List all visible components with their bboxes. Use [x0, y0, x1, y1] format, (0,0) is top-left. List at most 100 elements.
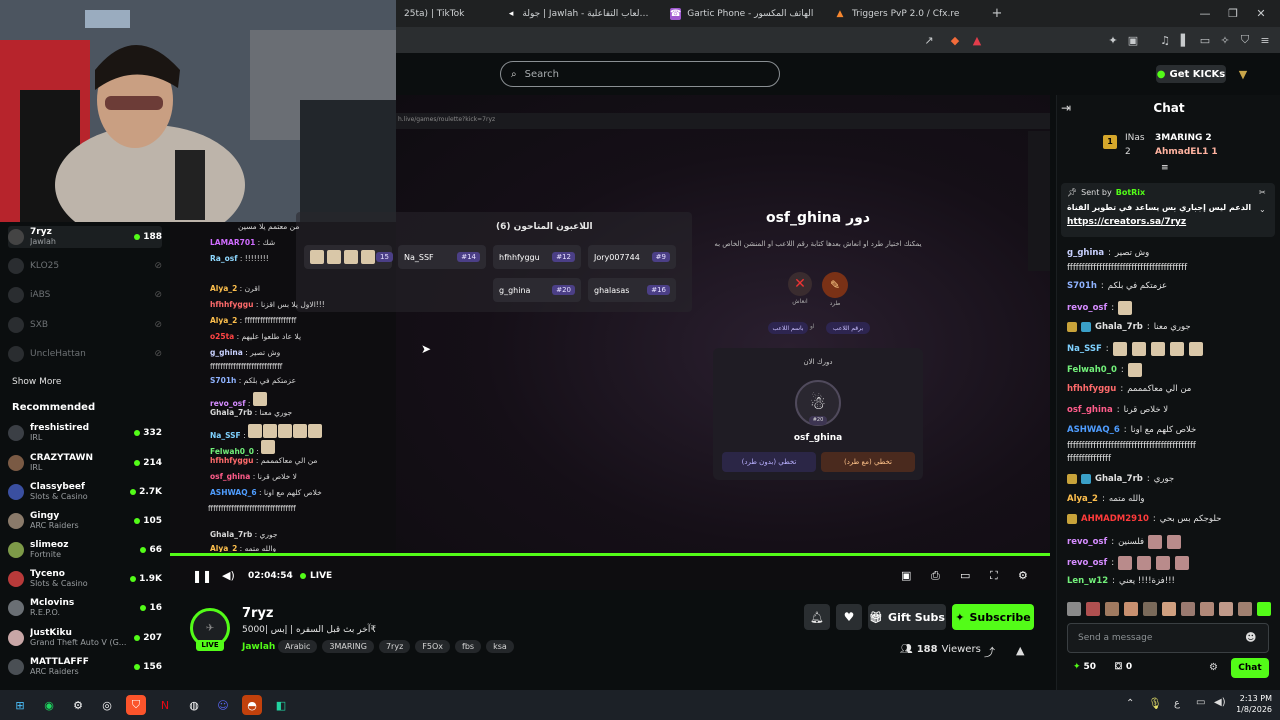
- chevron-up-icon[interactable]: ⌃: [1126, 698, 1134, 709]
- volume-tray-icon[interactable]: ◀): [1214, 697, 1226, 708]
- streamer-name[interactable]: 7ryz: [242, 606, 274, 621]
- top-gifter-entry[interactable]: 3MARING 2: [1155, 133, 1212, 143]
- sidebar-item-klo25[interactable]: KLO25 ⊘: [8, 255, 162, 277]
- settings-icon[interactable]: ⚙: [1018, 569, 1028, 582]
- show-more-link[interactable]: Show More: [12, 377, 61, 387]
- report-icon[interactable]: ▲: [1016, 644, 1024, 657]
- screenshot-icon[interactable]: ▣: [1126, 33, 1140, 47]
- spotify-icon[interactable]: ◉: [39, 695, 59, 715]
- player-card[interactable]: hfhhfyggu #12: [493, 245, 581, 269]
- sidebar-item-classybeef[interactable]: Classybeef Slots & Casino 2.7K: [8, 481, 162, 503]
- steam-icon[interactable]: ⚙: [68, 695, 88, 715]
- channel-name: KLO25: [30, 261, 60, 271]
- extensions-icon[interactable]: ✦: [1106, 33, 1120, 47]
- browser-tab-tiktok[interactable]: 25ta) | TikTok: [396, 0, 496, 27]
- sidebar-item-tyceno[interactable]: Tyceno Slots & Casino 1.9K: [8, 568, 162, 590]
- revive-close-icon[interactable]: ✕: [788, 272, 812, 296]
- brave-shield-icon[interactable]: ◆: [948, 33, 962, 47]
- pinned-link[interactable]: https://creators.sa/7ryz: [1067, 217, 1186, 227]
- send-chat-button[interactable]: Chat: [1231, 658, 1269, 678]
- chat-settings-icon[interactable]: ⚙: [1209, 662, 1218, 673]
- unpin-icon[interactable]: ✂: [1259, 188, 1266, 197]
- emote-bar[interactable]: [1067, 602, 1273, 618]
- chevron-down-icon[interactable]: ⌄: [1259, 205, 1266, 214]
- kick-action-icon[interactable]: ✎: [822, 272, 848, 298]
- minimize-icon[interactable]: —: [1198, 6, 1212, 20]
- new-tab-button[interactable]: +: [990, 6, 1004, 21]
- sidebar-item-freshistired[interactable]: freshistired IRL 332: [8, 422, 162, 444]
- gift-counter[interactable]: ⛋ 0: [1115, 662, 1132, 672]
- channel-points[interactable]: ✦ 50: [1073, 662, 1096, 672]
- sidebar-item-7ryz[interactable]: 7ryz Jawlah 188: [8, 226, 162, 248]
- vpn-icon[interactable]: ⛉: [1238, 33, 1252, 47]
- skip-with-kick-button[interactable]: تخطي (مع طرد): [821, 452, 915, 472]
- skip-no-kick-button[interactable]: تخطي (بدون طرد): [722, 452, 816, 472]
- tag-pill[interactable]: Arabic: [278, 640, 318, 653]
- volume-icon[interactable]: ◀): [222, 569, 235, 582]
- language-indicator[interactable]: ع: [1174, 698, 1180, 709]
- windows-start-icon[interactable]: ⊞: [10, 695, 30, 715]
- notification-bell-icon[interactable]: 🔔︎: [804, 604, 830, 630]
- sidebar-item-mclovins[interactable]: Mclovins R.E.P.O. 16: [8, 597, 162, 619]
- sidebar-item-iabs[interactable]: iABS ⊘: [8, 284, 162, 306]
- tag-pill[interactable]: 7ryz: [378, 640, 411, 653]
- top-gifter-name[interactable]: INas: [1125, 133, 1145, 143]
- channel-category: Fortnite: [30, 550, 61, 559]
- netflix-icon[interactable]: N: [155, 695, 175, 715]
- kicks-wallet-icon[interactable]: ▼: [1236, 67, 1250, 81]
- fullscreen-icon[interactable]: ⛶: [990, 569, 998, 583]
- gift-subs-button[interactable]: 🎁︎ Gift Subs: [868, 604, 946, 630]
- player-card[interactable]: Jory007744 #9: [588, 245, 676, 269]
- app-icon[interactable]: ◎: [97, 695, 117, 715]
- ai-icon[interactable]: ✧: [1218, 33, 1232, 47]
- app-icon[interactable]: ◓: [242, 695, 262, 715]
- share-icon[interactable]: ↗: [922, 33, 936, 47]
- subscribe-button[interactable]: ✦ Subscribe: [952, 604, 1034, 630]
- browser-tab-cfx[interactable]: ▲ Triggers PvP 2.0 / Cfx.re: [826, 0, 986, 27]
- stream-category-link[interactable]: Jawlah: [242, 642, 275, 652]
- top-gifter-entry[interactable]: AhmadEL1 1: [1155, 147, 1218, 157]
- sidebar-item-mattlafff[interactable]: MATTLAFFF ARC Raiders 156: [8, 656, 162, 678]
- browser-tab-gartic[interactable]: ☎ Gartic Phone - لعبة الهاتف المكسور: [662, 0, 822, 27]
- menu-icon[interactable]: ≡: [1258, 33, 1272, 47]
- sidebar-item-crazytawn[interactable]: CRAZYTAWN IRL 214: [8, 452, 162, 474]
- player-card[interactable]: Na_SSF #14: [398, 245, 486, 269]
- search-input[interactable]: ⌕ Search: [500, 61, 780, 87]
- get-kicks-button[interactable]: ● Get KICKs: [1156, 65, 1226, 83]
- player-card[interactable]: ghalasas #16: [588, 278, 676, 302]
- clock[interactable]: 2:13 PM 1/8/2026: [1232, 693, 1272, 715]
- player-card[interactable]: g_ghina #20: [493, 278, 581, 302]
- pip-icon[interactable]: ▭: [960, 569, 970, 582]
- close-window-icon[interactable]: ✕: [1254, 6, 1268, 20]
- player-rank: #12: [552, 252, 575, 262]
- sidebar-item-justkiku[interactable]: JustKiku Grand Theft Auto V (G... 207: [8, 627, 162, 649]
- chat-input[interactable]: Send a message: [1067, 623, 1269, 653]
- mic-icon[interactable]: 🎙︎: [1148, 697, 1162, 710]
- pause-icon[interactable]: ❚❚: [192, 569, 212, 583]
- sidebar-item-unclehattan[interactable]: UncleHattan ⊘: [8, 343, 162, 365]
- app-icon[interactable]: ◍: [184, 695, 204, 715]
- sidebar-item-sxb[interactable]: SXB ⊘: [8, 314, 162, 336]
- browser-tab-jawlah[interactable]: ◂ جولة | Jawlah - منصة الألعاب التفاعلية: [498, 0, 658, 27]
- network-icon[interactable]: ▭: [1196, 697, 1205, 708]
- sidebar-icon[interactable]: ▌: [1178, 33, 1192, 47]
- tag-pill[interactable]: F5Ox: [415, 640, 450, 653]
- theater-icon[interactable]: ▣: [901, 569, 911, 582]
- discord-icon[interactable]: ☺: [213, 695, 233, 715]
- maximize-icon[interactable]: ❐: [1226, 6, 1240, 20]
- brave-rewards-icon[interactable]: ▲: [970, 33, 984, 47]
- expand-gifters-icon[interactable]: ≡: [1161, 163, 1169, 173]
- clip-icon[interactable]: ⎙: [931, 569, 940, 583]
- sidebar-item-slimeoz[interactable]: slimeoz Fortnite 66: [8, 539, 162, 561]
- follow-heart-icon[interactable]: ♥: [836, 604, 862, 630]
- tag-pill[interactable]: ksa: [486, 640, 514, 653]
- tag-pill[interactable]: 3MARING: [322, 640, 374, 653]
- media-icon[interactable]: ♫: [1158, 33, 1172, 47]
- share-stream-icon[interactable]: ⤴: [984, 644, 995, 660]
- tag-pill[interactable]: fbs: [455, 640, 482, 653]
- bookmarks-icon[interactable]: ▭: [1198, 33, 1212, 47]
- sidebar-item-gingy[interactable]: Gingy ARC Raiders 105: [8, 510, 162, 532]
- brave-icon[interactable]: ⛉: [126, 695, 146, 715]
- emoji-icon[interactable]: ☻: [1245, 631, 1256, 644]
- app-icon[interactable]: ◧: [271, 695, 291, 715]
